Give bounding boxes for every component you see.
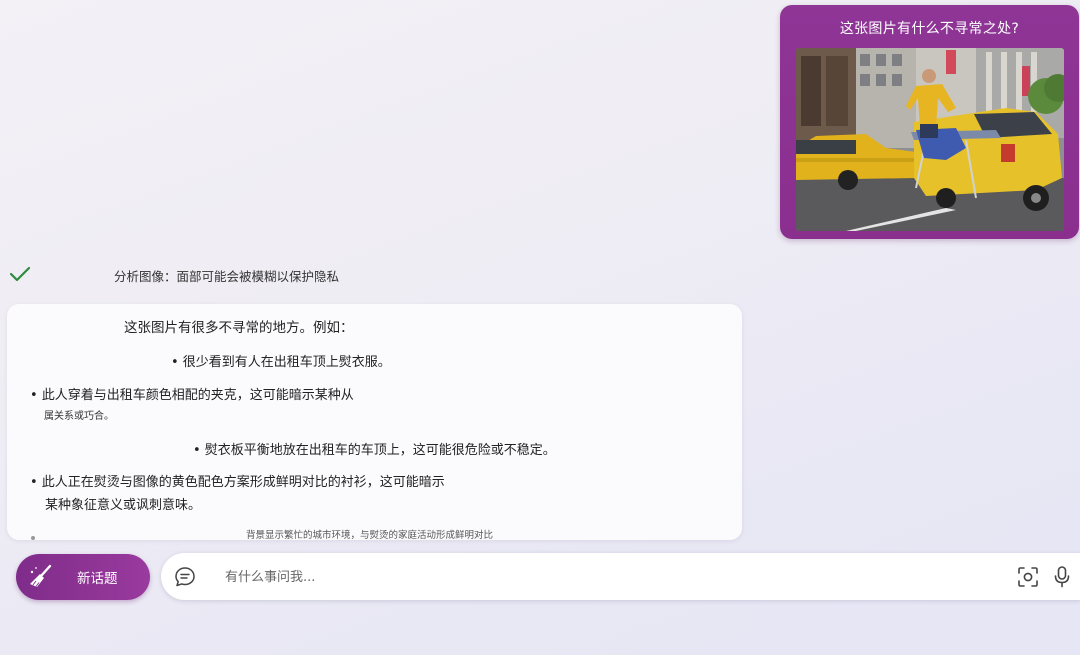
bullet-dot <box>31 536 35 540</box>
response-bullet: 背景显示繁忙的城市环境，与熨烫的家庭活动形成鲜明对比 <box>246 530 494 540</box>
taxi-ironing-photo[interactable] <box>796 48 1064 231</box>
chat-bubble-icon <box>174 566 196 592</box>
visual-search-icon[interactable] <box>1017 566 1039 592</box>
response-bullet: • 很少看到有人在出租车顶上熨衣服。 <box>171 355 391 370</box>
response-bullet-continuation: 某种象征意义或讽刺意味。 <box>45 498 202 513</box>
response-intro: 这张图片有很多不寻常的地方。例如： <box>124 320 354 336</box>
checkmark-icon <box>8 265 32 287</box>
microphone-icon[interactable] <box>1053 565 1071 593</box>
chat-input[interactable] <box>223 563 987 591</box>
response-bullet: • 此人正在熨烫与图像的黄色配色方案形成鲜明对比的衬衫，这可能暗示 <box>30 475 445 490</box>
user-message-card: 这张图片有什么不寻常之处? <box>780 5 1079 239</box>
analysis-status: 分析图像：面部可能会被模糊以保护隐私 <box>8 262 428 288</box>
response-bullet: • 此人穿着与出租车颜色相配的夹克，这可能暗示某种从 <box>30 388 354 403</box>
assistant-response-card: 这张图片有很多不寻常的地方。例如： • 很少看到有人在出租车顶上熨衣服。 • 此… <box>7 304 742 540</box>
chat-composer <box>161 553 1080 600</box>
user-question-text: 这张图片有什么不寻常之处? <box>839 21 1020 37</box>
status-text: 分析图像：面部可能会被模糊以保护隐私 <box>114 269 340 284</box>
new-topic-button[interactable]: 新话题 <box>16 554 150 600</box>
response-bullet: • 熨衣板平衡地放在出租车的车顶上，这可能很危险或不稳定。 <box>193 443 556 458</box>
response-bullet-continuation: 属关系或巧合。 <box>44 411 114 422</box>
new-topic-label: 新话题 <box>77 571 118 587</box>
broom-icon <box>28 564 54 594</box>
